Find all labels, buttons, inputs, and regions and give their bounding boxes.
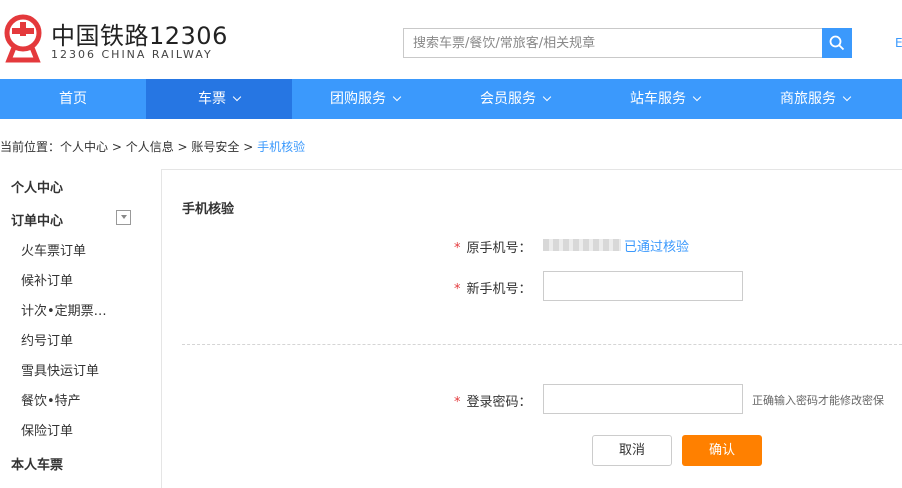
breadcrumb-link[interactable]: 个人中心: [60, 140, 108, 154]
sidebar-item-waitlist-orders[interactable]: 候补订单: [21, 270, 73, 289]
site-subtitle: 12306 CHINA RAILWAY: [51, 48, 213, 61]
label-text: 新手机号：: [466, 282, 532, 297]
sidebar-personal-center[interactable]: 个人中心: [11, 177, 63, 196]
chevron-down-icon: [542, 92, 552, 102]
masked-phone-number: [543, 239, 621, 251]
sidebar-item-pass-tickets[interactable]: 计次•定期票…: [21, 300, 107, 319]
sidebar-item-train-orders[interactable]: 火车票订单: [21, 240, 86, 259]
sidebar: 个人中心 订单中心 火车票订单 候补订单 计次•定期票… 约号订单 雪具快运订单…: [0, 169, 162, 488]
sidebar-my-tickets[interactable]: 本人车票: [11, 454, 63, 473]
password-label: * 登录密码：: [454, 391, 532, 410]
sidebar-item-insurance-orders[interactable]: 保险订单: [21, 420, 73, 439]
new-phone-input[interactable]: [543, 271, 743, 301]
required-mark: *: [454, 282, 461, 297]
sidebar-item-food-specialties[interactable]: 餐饮•特产: [21, 390, 81, 409]
nav-member-service[interactable]: 会员服务: [442, 79, 588, 119]
password-input[interactable]: [543, 384, 743, 414]
label-text: 登录密码：: [466, 395, 532, 410]
required-mark: *: [454, 395, 461, 410]
search-icon: [829, 35, 845, 51]
required-mark: *: [454, 241, 461, 256]
search-input[interactable]: [403, 28, 822, 58]
breadcrumb-current: 手机核验: [257, 140, 306, 154]
nav-home[interactable]: 首页: [0, 79, 146, 119]
sidebar-item-reservation-orders[interactable]: 约号订单: [21, 330, 73, 349]
nav-label: 首页: [59, 91, 87, 107]
railway-logo-icon[interactable]: [0, 14, 46, 64]
header-link[interactable]: E: [895, 36, 902, 50]
nav-label: 商旅服务: [780, 91, 836, 107]
password-hint: 正确输入密码才能修改密保: [752, 394, 884, 407]
nav-label: 团购服务: [330, 91, 386, 107]
sidebar-order-center[interactable]: 订单中心: [11, 210, 63, 229]
label-text: 原手机号：: [466, 241, 532, 256]
confirm-button[interactable]: 确认: [682, 435, 762, 466]
old-phone-label: * 原手机号：: [454, 237, 532, 256]
nav-label: 站车服务: [630, 91, 686, 107]
main-nav: 首页 车票 团购服务 会员服务 站车服务 商旅服务: [0, 79, 902, 119]
verified-status: 已通过核验: [624, 240, 690, 255]
nav-label: 车票: [198, 91, 226, 107]
breadcrumb-link[interactable]: 个人信息: [126, 140, 174, 154]
breadcrumb-prefix: 当前位置：: [0, 140, 61, 154]
phone-verify-panel: 手机核验 * 原手机号： 已通过核验 * 新手机号： * 登录密码： 正确输入密码才能…: [162, 169, 902, 488]
breadcrumb-link[interactable]: 账号安全: [191, 140, 239, 154]
site-header: 中国铁路12306 12306 CHINA RAILWAY E: [0, 0, 902, 79]
chevron-down-icon: [392, 92, 402, 102]
divider: [182, 344, 902, 345]
nav-business-service[interactable]: 商旅服务: [742, 79, 888, 119]
collapse-toggle-icon[interactable]: [116, 210, 131, 225]
nav-group-service[interactable]: 团购服务: [292, 79, 438, 119]
cancel-button[interactable]: 取消: [592, 435, 672, 466]
breadcrumb-separator: >: [239, 140, 258, 154]
nav-station-service[interactable]: 站车服务: [592, 79, 738, 119]
chevron-down-icon: [692, 92, 702, 102]
nav-tickets[interactable]: 车票: [146, 79, 292, 119]
breadcrumb-separator: >: [173, 140, 192, 154]
nav-label: 会员服务: [480, 91, 536, 107]
sidebar-item-ski-delivery-orders[interactable]: 雪具快运订单: [21, 360, 99, 379]
breadcrumb: 当前位置：个人中心 > 个人信息 > 账号安全 > 手机核验: [0, 138, 305, 155]
section-title: 手机核验: [182, 202, 235, 217]
chevron-down-icon: [842, 92, 852, 102]
site-title: 中国铁路12306: [51, 22, 228, 50]
chevron-down-icon: [232, 92, 242, 102]
breadcrumb-separator: >: [108, 140, 126, 154]
search-button[interactable]: [822, 28, 852, 58]
new-phone-label: * 新手机号：: [454, 278, 532, 297]
